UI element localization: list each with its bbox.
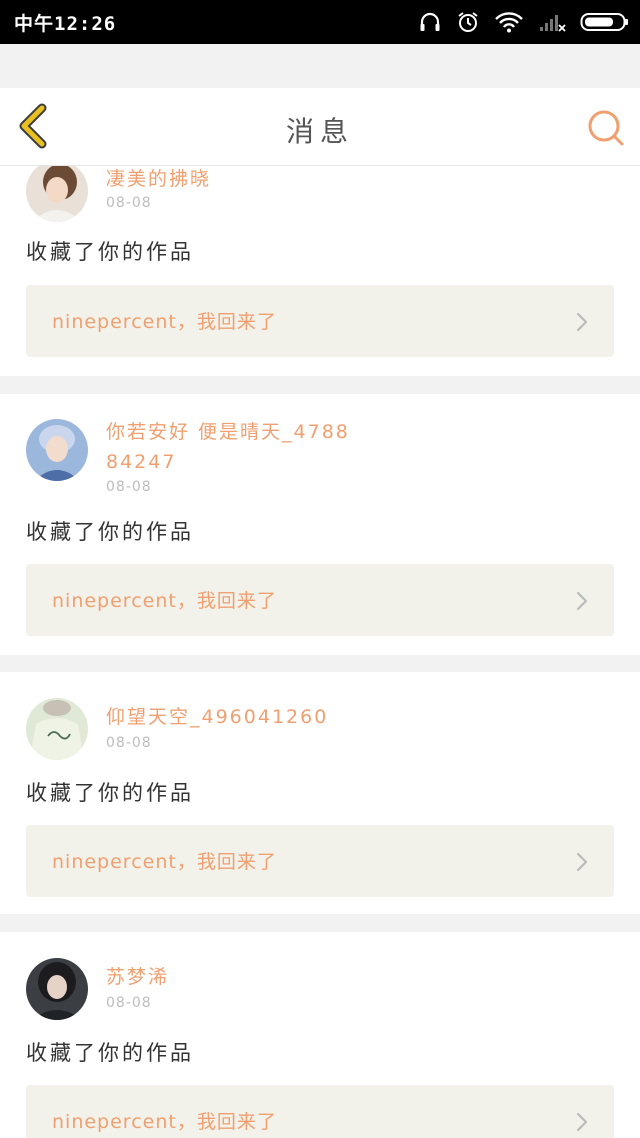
message-date: 08-08	[106, 995, 152, 1011]
nav-bar: 消息	[0, 88, 640, 166]
user-name[interactable]: 苏梦浠	[106, 962, 356, 992]
page-title: 消息	[285, 115, 354, 148]
work-title: ninepercent，我回来了	[52, 311, 277, 333]
work-link[interactable]: ninepercent，我回来了	[26, 1085, 614, 1138]
chevron-right-icon	[576, 1112, 588, 1136]
action-text: 收藏了你的作品	[26, 240, 194, 264]
avatar[interactable]	[26, 160, 88, 222]
message-list[interactable]: 凄美的拂晓 08-08 收藏了你的作品 ninepercent，我回来了 你若安…	[0, 0, 640, 1138]
chevron-right-icon	[576, 312, 588, 336]
work-title: ninepercent，我回来了	[52, 1111, 277, 1133]
work-link[interactable]: ninepercent，我回来了	[26, 285, 614, 357]
message-card: 仰望天空_496041260 08-08 收藏了你的作品 ninepercent…	[0, 672, 640, 914]
avatar[interactable]	[26, 419, 88, 481]
work-title: ninepercent，我回来了	[52, 851, 277, 873]
work-link[interactable]: ninepercent，我回来了	[26, 564, 614, 636]
message-card: 你若安好 便是晴天_478884247 08-08 收藏了你的作品 ninepe…	[0, 394, 640, 655]
message-card: 苏梦浠 08-08 收藏了你的作品 ninepercent，我回来了	[0, 932, 640, 1138]
user-name[interactable]: 仰望天空_496041260	[106, 702, 356, 732]
search-button[interactable]	[586, 108, 626, 148]
action-text: 收藏了你的作品	[26, 781, 194, 805]
action-text: 收藏了你的作品	[26, 1041, 194, 1065]
search-icon	[586, 110, 626, 152]
work-title: ninepercent，我回来了	[52, 590, 277, 612]
user-name[interactable]: 凄美的拂晓	[106, 164, 356, 194]
user-name[interactable]: 你若安好 便是晴天_478884247	[106, 417, 356, 477]
message-date: 08-08	[106, 735, 152, 751]
work-link[interactable]: ninepercent，我回来了	[26, 825, 614, 897]
message-date: 08-08	[106, 195, 152, 211]
avatar[interactable]	[26, 698, 88, 760]
chevron-right-icon	[576, 591, 588, 615]
avatar[interactable]	[26, 958, 88, 1020]
message-date: 08-08	[106, 479, 152, 495]
action-text: 收藏了你的作品	[26, 520, 194, 544]
chevron-right-icon	[576, 852, 588, 876]
message-card: 凄美的拂晓 08-08 收藏了你的作品 ninepercent，我回来了	[0, 140, 640, 376]
